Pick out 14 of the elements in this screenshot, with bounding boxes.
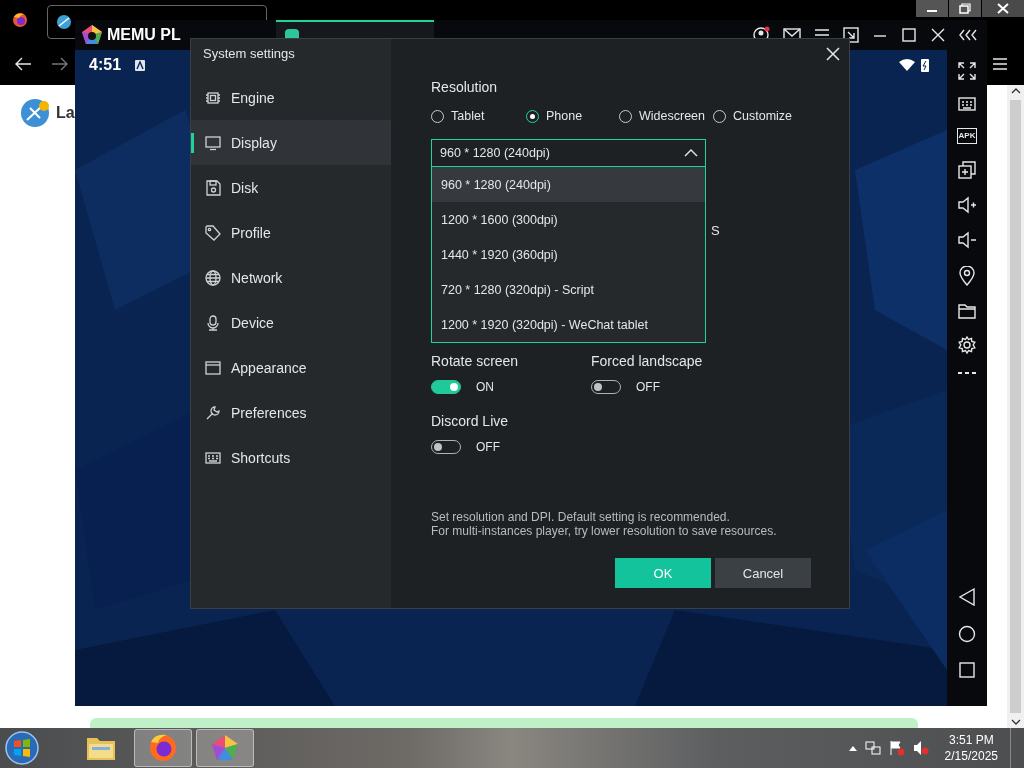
partial-label: S	[711, 223, 720, 238]
toggle-label: Discord Live	[431, 413, 510, 431]
toggle-label: Forced landscape	[591, 353, 704, 371]
section-label: Resolution	[431, 79, 499, 97]
logo-text: MEMU PL	[107, 26, 182, 44]
toggle-state: OFF	[636, 380, 660, 394]
toggle-state: ON	[476, 380, 494, 394]
hint-text: Set resolution and DPI. Default setting is recommended.	[431, 510, 731, 524]
page-heading: La	[56, 104, 75, 122]
toggle-state: OFF	[476, 440, 500, 454]
toggle-label: Rotate screen	[431, 353, 520, 371]
dialog-title: System settings	[202, 45, 296, 63]
status-time: 4:51	[89, 56, 122, 74]
hint-text: For multi-instances player, try lower resolution to save resources.	[431, 524, 778, 538]
